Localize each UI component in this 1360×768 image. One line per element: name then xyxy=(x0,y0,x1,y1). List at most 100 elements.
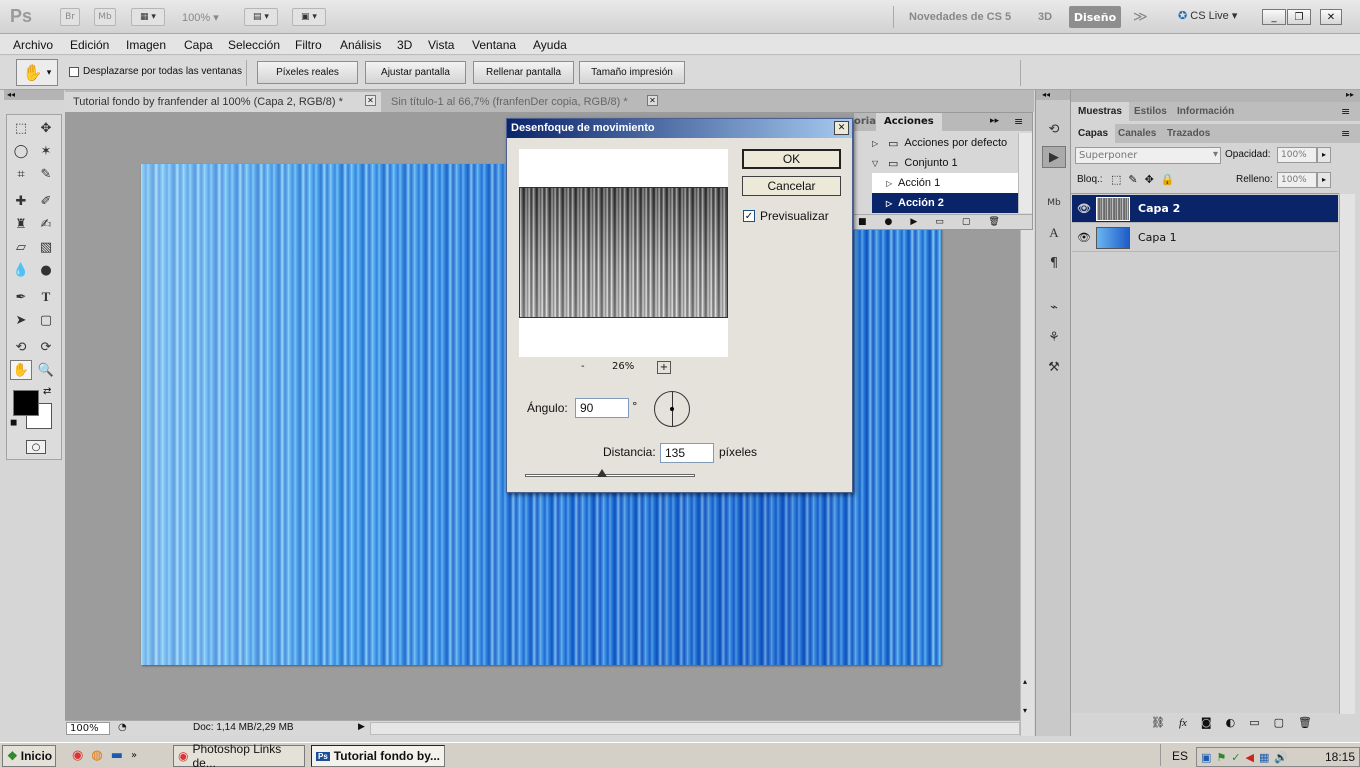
new-set-icon[interactable]: ▭ xyxy=(935,217,944,227)
opacity-slider-button[interactable]: ▸ xyxy=(1317,147,1331,163)
action-item-1[interactable]: ▷ Acción 1 xyxy=(872,173,1018,193)
tab-capas[interactable]: Capas xyxy=(1071,124,1116,143)
scroll-all-windows-checkbox[interactable]: Desplazarse por todas las ventanas xyxy=(69,66,242,77)
task-tutorial-fondo[interactable]: Ps Tutorial fondo by... xyxy=(311,745,445,767)
status-menu-arrow-icon[interactable]: ▶ xyxy=(358,722,365,732)
history-panel-icon[interactable]: ⟲ xyxy=(1042,118,1066,140)
panel-menu-icon[interactable]: ≡ xyxy=(1014,115,1023,128)
firefox-icon[interactable]: ◍ xyxy=(91,748,102,763)
tools-collapse-bar[interactable]: ◂◂ xyxy=(4,90,64,100)
ok-button[interactable]: OK xyxy=(742,149,841,169)
path-selection-icon[interactable]: ➤ xyxy=(10,310,32,330)
eye-icon[interactable]: 👁 xyxy=(1072,202,1096,215)
menu-3d[interactable]: 3D xyxy=(397,38,412,52)
preview-box[interactable] xyxy=(519,149,728,357)
move-tool-icon[interactable]: ✥ xyxy=(35,118,57,138)
zoom-level-dropdown[interactable]: 100% ▾ xyxy=(182,11,219,24)
lock-pixels-icon[interactable]: ✎ xyxy=(1128,173,1137,186)
tool-presets-icon[interactable]: ⚒ xyxy=(1042,356,1066,378)
tray-monitor-icon[interactable]: ▦ xyxy=(1259,751,1269,764)
chrome-icon[interactable]: ◉ xyxy=(72,748,83,763)
action-item-2[interactable]: ▷ Acción 2 xyxy=(872,193,1018,213)
menu-archivo[interactable]: Archivo xyxy=(13,38,53,52)
lock-position-icon[interactable]: ✥ xyxy=(1145,173,1154,186)
dodge-tool-icon[interactable]: ● xyxy=(35,260,57,280)
scroll-down-icon[interactable]: ▾ xyxy=(1023,706,1027,715)
horizontal-scrollbar[interactable] xyxy=(370,722,1020,735)
clone-source-icon[interactable]: ⚘ xyxy=(1042,326,1066,348)
new-layer-icon[interactable]: ▢ xyxy=(1274,716,1284,729)
zoom-out-button[interactable]: - xyxy=(581,361,585,372)
tray-check-icon[interactable]: ✓ xyxy=(1231,751,1240,764)
history-brush-icon[interactable]: ✍ xyxy=(35,214,57,234)
menu-capa[interactable]: Capa xyxy=(184,38,213,52)
paragraph-panel-icon[interactable]: ¶ xyxy=(1042,252,1066,274)
screen-mode-button[interactable]: ▣ ▾ xyxy=(292,8,326,26)
swap-colors-icon[interactable]: ⇄ xyxy=(43,386,51,397)
tool-preset-picker[interactable]: ✋ ▾ xyxy=(16,59,58,86)
fill-slider-button[interactable]: ▸ xyxy=(1317,172,1331,188)
zoom-tool-icon[interactable]: 🔍 xyxy=(35,360,57,380)
add-mask-icon[interactable]: ◙ xyxy=(1201,716,1212,729)
panel-collapse-icon[interactable]: ▸▸ xyxy=(990,116,999,126)
tab-acciones[interactable]: Acciones xyxy=(876,113,942,131)
opacity-input[interactable]: 100% xyxy=(1277,147,1317,163)
default-colors-icon[interactable]: ◼ xyxy=(10,418,17,428)
mini-bridge-button[interactable]: Mb xyxy=(94,8,116,26)
distance-slider-thumb[interactable] xyxy=(596,469,607,477)
brush-presets-icon[interactable]: ⌁ xyxy=(1042,296,1066,318)
tab-historia[interactable]: oria xyxy=(854,116,876,127)
panel-menu-icon[interactable]: ≡ xyxy=(1341,127,1350,140)
menu-analisis[interactable]: Análisis xyxy=(340,38,381,52)
dock-collapse-bar[interactable]: ◂◂ xyxy=(1036,90,1070,100)
tab-trazados[interactable]: Trazados xyxy=(1160,124,1217,143)
zoom-in-button[interactable]: + xyxy=(657,361,671,374)
marquee-tool-icon[interactable]: ⬚ xyxy=(10,118,32,138)
tray-app-icon[interactable]: ▣ xyxy=(1201,751,1211,764)
tray-alert-icon[interactable]: ◀ xyxy=(1246,751,1254,764)
fx-icon[interactable]: fx xyxy=(1179,717,1187,729)
view-extras-button[interactable]: ▦ ▾ xyxy=(131,8,165,26)
print-size-button[interactable]: Tamaño impresión xyxy=(579,61,685,84)
close-button[interactable]: ✕ xyxy=(1320,9,1342,25)
menu-imagen[interactable]: Imagen xyxy=(126,38,166,52)
character-panel-icon[interactable]: A xyxy=(1042,222,1066,244)
arrange-documents-button[interactable]: ▤ ▾ xyxy=(244,8,278,26)
fill-screen-button[interactable]: Rellenar pantalla xyxy=(473,61,574,84)
type-tool-icon[interactable]: T xyxy=(35,287,57,307)
actions-panel-icon[interactable]: ▶ xyxy=(1042,146,1066,168)
eraser-tool-icon[interactable]: ▱ xyxy=(10,237,32,257)
angle-dial[interactable] xyxy=(654,391,690,427)
clone-stamp-icon[interactable]: ♜ xyxy=(10,214,32,234)
layers-scrollbar[interactable] xyxy=(1339,194,1355,714)
trash-icon[interactable]: 🗑 xyxy=(988,217,999,227)
menu-filtro[interactable]: Filtro xyxy=(295,38,322,52)
layer-row-capa-2[interactable]: 👁 Capa 2 xyxy=(1072,195,1338,223)
crop-tool-icon[interactable]: ⌗ xyxy=(10,164,32,184)
quick-mask-icon[interactable]: ○ xyxy=(26,440,46,454)
start-button[interactable]: ❖ Inicio xyxy=(2,745,56,767)
menu-seleccion[interactable]: Selección xyxy=(228,38,280,52)
fit-screen-button[interactable]: Ajustar pantalla xyxy=(365,61,466,84)
tab-canales[interactable]: Canales xyxy=(1111,124,1163,143)
layer-row-capa-1[interactable]: 👁 Capa 1 xyxy=(1072,224,1338,252)
close-tab-icon[interactable]: ✕ xyxy=(647,95,658,106)
status-info-icon[interactable]: ◔ xyxy=(118,722,127,733)
preview-image[interactable] xyxy=(519,187,728,318)
language-indicator[interactable]: ES xyxy=(1172,749,1188,763)
menu-vista[interactable]: Vista xyxy=(428,38,454,52)
desktop-icon[interactable]: ▬ xyxy=(111,748,123,763)
cs-live-menu[interactable]: ✪ CS Live ▾ xyxy=(1178,9,1237,22)
record-icon[interactable]: ● xyxy=(885,217,893,227)
gradient-tool-icon[interactable]: ▧ xyxy=(35,237,57,257)
3d-orbit-icon[interactable]: ⟳ xyxy=(35,337,57,357)
menu-ayuda[interactable]: Ayuda xyxy=(533,38,567,52)
eyedropper-icon[interactable]: ✎ xyxy=(35,164,57,184)
lasso-tool-icon[interactable]: ◯ xyxy=(10,141,32,161)
fill-input[interactable]: 100% xyxy=(1277,172,1317,188)
scroll-up-icon[interactable]: ▴ xyxy=(1023,677,1027,686)
play-icon[interactable]: ▶ xyxy=(910,217,917,227)
minimize-button[interactable]: _ xyxy=(1262,9,1286,25)
adjustment-layer-icon[interactable]: ◐ xyxy=(1226,716,1236,729)
new-group-icon[interactable]: ▭ xyxy=(1249,716,1259,729)
